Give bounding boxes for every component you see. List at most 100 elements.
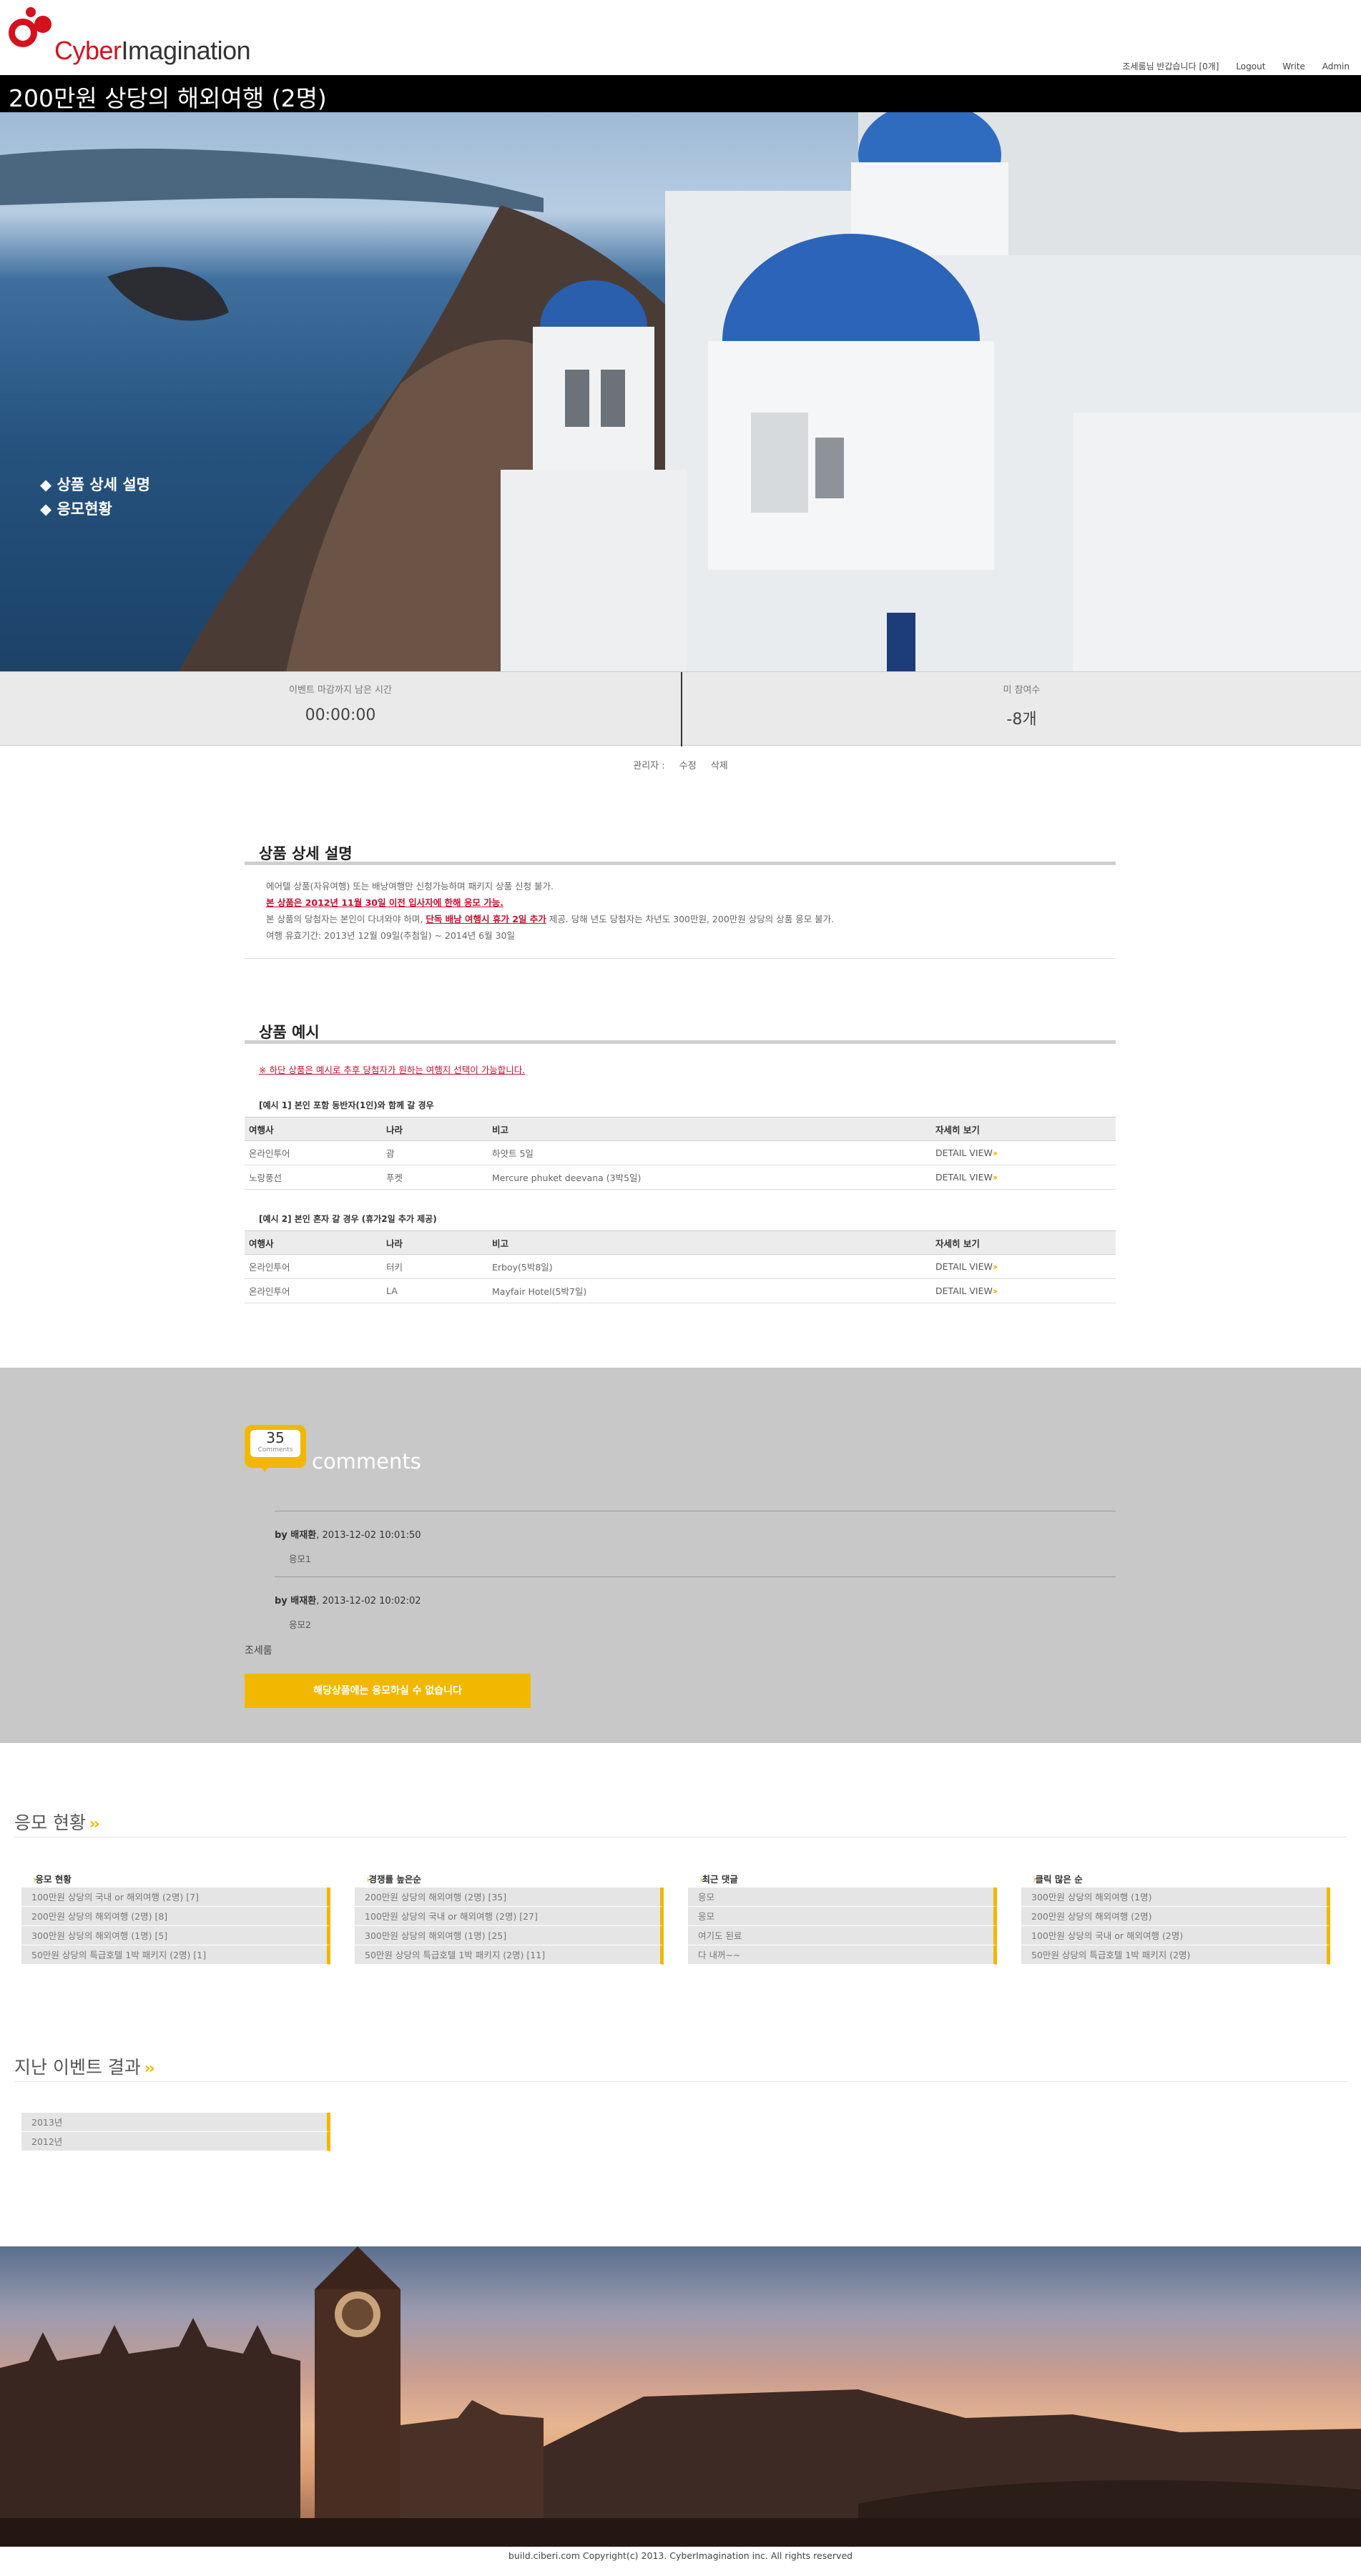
hero-menu: ◆ 상품 상세 설명 ◆ 응모현황 [40,473,150,521]
column-heading: › 최근 댓글 [688,1872,997,1887]
hero-link-entry-status[interactable]: ◆ 응모현황 [40,497,150,521]
hero-link-product-detail[interactable]: ◆ 상품 상세 설명 [40,473,150,497]
detail-view-label: DETAIL VIEW [935,1285,993,1296]
status-column: › 응모 현황 100만원 상당의 국내 or 해외여행 (2명) [7] 20… [21,1872,330,1965]
detail-text: 본 상품의 당첨자는 본인이 다녀와야 하며, [266,914,426,924]
list-item[interactable]: 200만원 상당의 해외여행 (2명) [35] [355,1887,664,1907]
cell-country: 푸켓 [382,1165,488,1190]
col-header-country: 나라 [382,1230,488,1255]
skyline-illustration [0,2246,1361,2547]
examples-notice: ※ 하단 상품은 예시로 추후 당첨자가 원하는 여행지 선택이 가능합니다. [259,1065,526,1075]
list-item[interactable]: 50만원 상당의 특급호텔 1박 패키지 (2명) [1021,1945,1330,1965]
comment-message: 응모1 [289,1554,311,1564]
non-participant-count: 미 참여수 -8개 [681,672,1361,746]
detail-view-label: DETAIL VIEW [935,1261,993,1272]
detail-view-link[interactable]: DETAIL VIEW›› [931,1278,1116,1303]
column-heading: › 응모 현황 [21,1872,330,1887]
col-header-detail: 자세히 보기 [931,1230,1116,1255]
entry-status-header: 응모 현황 ›› [14,1809,1347,1837]
current-user: 조세룸 [245,1645,272,1657]
footer-copyright: build.ciberi.com Copyright(c) 2013. Cybe… [0,2547,1361,2576]
comment-message: 응모2 [289,1619,311,1630]
comment-date: , 2013-12-02 10:02:02 [316,1596,421,1607]
detail-line-highlight: 본 상품은 2012년 11월 30일 이전 입사자에 한해 응모 가능. [266,897,503,908]
list-item[interactable]: 300만원 상당의 해외여행 (1명) [5] [21,1926,330,1945]
non-participant-value: -8개 [1006,711,1037,729]
column-heading-label: 최근 댓글 [702,1874,738,1885]
column-heading-label: 클릭 많은 순 [1035,1874,1083,1885]
section-title: 상품 상세 설명 [245,842,1116,865]
example2-table: 여행사 나라 비고 자세히 보기 온라인투어 터키 Erboy(5박8일) DE… [245,1230,1116,1303]
list-item[interactable]: 2012년 [21,2132,330,2151]
logout-link[interactable]: Logout [1236,61,1265,71]
list-item[interactable]: 50만원 상당의 특급호텔 1박 패키지 (2명) [1] [21,1945,330,1965]
double-chevron-icon: ›› [992,1172,998,1183]
detail-view-label: DETAIL VIEW [935,1172,993,1183]
list-item[interactable]: 300만원 상당의 해외여행 (1명) [1021,1887,1330,1907]
list-item[interactable]: 100만원 상당의 국내 or 해외여행 (2명) [27] [355,1907,664,1926]
write-link[interactable]: Write [1282,61,1305,71]
comments-section: 35 Comments comments by 배재환, 2013-12-02 … [0,1368,1361,1743]
column-heading-label: 경쟁률 높은순 [368,1874,421,1885]
status-column: › 최근 댓글 응모 응모 여기도 된료 다 내꺼~~ [688,1872,997,1965]
list-item[interactable]: 여기도 된료 [688,1926,997,1945]
col-header-country: 나라 [382,1117,488,1141]
detail-line: 여행 유효기간: 2013년 12월 09일(추첨일) ~ 2014년 6월 3… [266,930,516,941]
table-header-row: 여행사 나라 비고 자세히 보기 [245,1117,1116,1141]
list-item[interactable]: 100만원 상당의 국내 or 해외여행 (2명) [7] [21,1887,330,1907]
example1-table: 여행사 나라 비고 자세히 보기 온라인투어 괌 하얏트 5일 DETAIL V… [245,1117,1116,1190]
product-examples-section: 상품 예시 ※ 하단 상품은 예시로 추후 당첨자가 원하는 여행지 선택이 가… [245,1021,1116,1303]
admin-bar: 관리자 : 수정 삭제 [0,758,1361,771]
detail-view-link[interactable]: DETAIL VIEW›› [931,1140,1116,1165]
santorini-illustration [0,112,1361,671]
table-row: 온라인투어 LA Mayfair Hotel(5박7일) DETAIL VIEW… [245,1278,1116,1303]
comments-title: comments [312,1449,421,1474]
admin-label: 관리자 : [633,761,665,771]
list-item[interactable]: 응모 [688,1887,997,1907]
status-column: › 경쟁률 높은순 200만원 상당의 해외여행 (2명) [35] 100만원… [355,1872,664,1965]
list-item[interactable]: 300만원 상당의 해외여행 (1명) [25] [355,1926,664,1945]
list-item[interactable]: 200만원 상당의 해외여행 (2명) [1021,1907,1330,1926]
col-header-note: 비고 [488,1117,931,1141]
list-item[interactable]: 응모 [688,1907,997,1926]
column-heading: › 경쟁률 높은순 [355,1872,664,1887]
entry-button[interactable]: 해당상품에는 응모하실 수 없습니다 [245,1674,531,1708]
edit-link[interactable]: 수정 [679,761,697,771]
column-heading-label: 응모 현황 [35,1874,72,1885]
list-item[interactable]: 2013년 [21,2113,330,2132]
past-results-title: 지난 이벤트 결과 [14,2057,141,2078]
past-results-header: 지난 이벤트 결과 ›› [14,2053,1347,2082]
double-chevron-icon: ›› [992,1285,998,1296]
detail-view-link[interactable]: DETAIL VIEW›› [931,1165,1116,1190]
time-remaining-value: 00:00:00 [305,706,376,724]
admin-link[interactable]: Admin [1322,61,1350,71]
cell-country: LA [382,1278,488,1303]
comment-author: by 배재환 [275,1530,317,1541]
list-item[interactable]: 50만원 상당의 특급호텔 1박 패키지 (2명) [11] [355,1945,664,1965]
product-detail-body: 에어텔 상품(자유여행) 또는 배낭여행만 신청가능하며 패키지 상품 신청 불… [245,865,1116,959]
detail-view-label: DETAIL VIEW [935,1148,993,1158]
list-item[interactable]: 100만원 상당의 국내 or 해외여행 (2명) [1021,1926,1330,1945]
column-heading: › 클릭 많은 순 [1021,1872,1330,1887]
detail-view-link[interactable]: DETAIL VIEW›› [931,1254,1116,1279]
user-greeting: 조세룸님 반갑습니다 [0개] [1122,61,1219,71]
comment-date: , 2013-12-02 10:01:50 [316,1530,421,1541]
entry-status-title: 응모 현황 [14,1812,86,1833]
time-remaining-label: 이벤트 마감까지 남은 시간 [289,685,392,696]
cell-note: Mercure phuket deevana (3박5일) [488,1165,931,1190]
comment-count-caption: Comments [257,1446,293,1454]
col-header-note: 비고 [488,1230,931,1255]
delete-link[interactable]: 삭제 [711,761,728,771]
logo[interactable]: CyberImagination [6,6,263,70]
col-header-agency: 여행사 [245,1230,382,1255]
product-detail-section: 상품 상세 설명 에어텔 상품(자유여행) 또는 배낭여행만 신청가능하며 패키… [245,842,1116,959]
section-title: 상품 예시 [245,1021,1116,1044]
list-item[interactable]: 다 내꺼~~ [688,1945,997,1965]
list-item[interactable]: 200만원 상당의 해외여행 (2명) [8] [21,1907,330,1926]
cell-agency: 노랑풍선 [245,1165,382,1190]
cell-agency: 온라인투어 [245,1278,382,1303]
double-chevron-icon: ›› [992,1148,998,1158]
event-stats: 이벤트 마감까지 남은 시간 00:00:00 미 참여수 -8개 [0,671,1361,746]
comment-item: by 배재환, 2013-12-02 10:02:02 응모2 [275,1576,1116,1630]
comment-meta: by 배재환, 2013-12-02 10:01:50 [275,1527,421,1541]
